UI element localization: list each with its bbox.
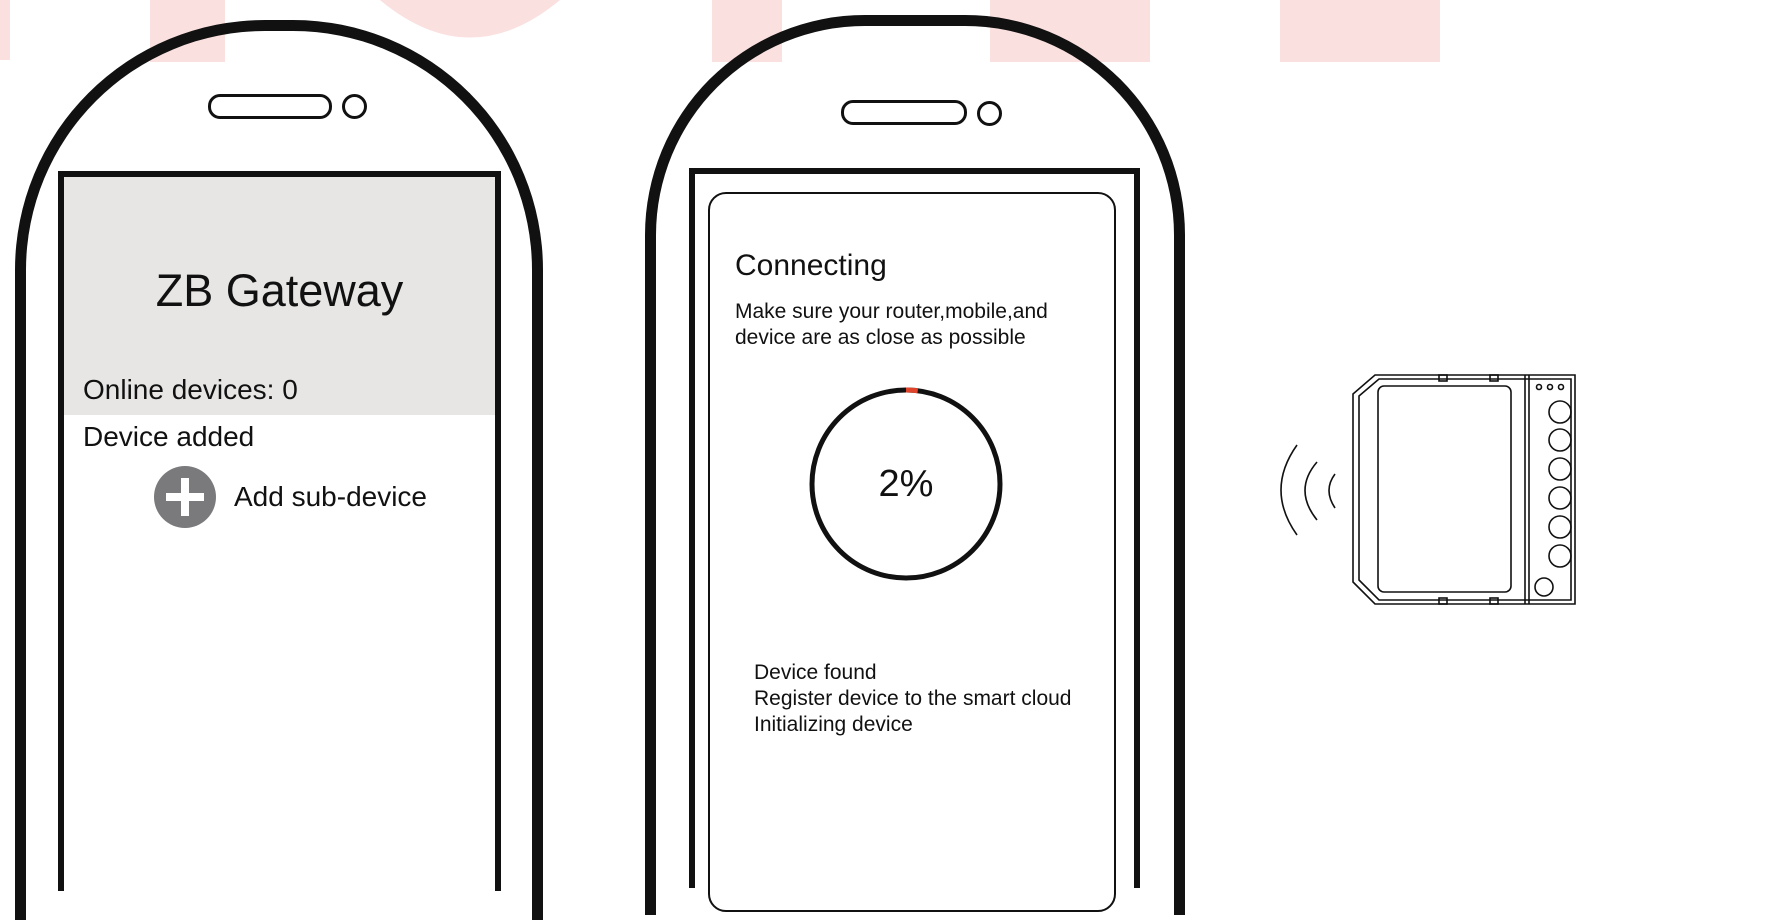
phone-camera (977, 101, 1002, 126)
gateway-device-icon (1280, 374, 1576, 605)
plus-circle-icon[interactable] (154, 466, 216, 528)
phone-camera (342, 94, 367, 119)
phone-speaker (208, 94, 332, 119)
step-initializing: Initializing device (754, 713, 913, 736)
connecting-screen: Connecting Make sure your router,mobile,… (689, 168, 1140, 912)
connecting-message: Make sure your router,mobile,and device … (735, 300, 1048, 349)
device-added-label: Device added (83, 421, 255, 452)
connecting-dialog: Connecting Make sure your router,mobile,… (708, 192, 1116, 912)
gateway-title: ZB Gateway (155, 265, 404, 316)
connection-steps: Device found Register device to the smar… (754, 660, 1071, 738)
step-register-cloud: Register device to the smart cloud (754, 687, 1072, 710)
online-devices-count: Online devices: 0 (83, 374, 298, 405)
connecting-title: Connecting (735, 249, 887, 282)
wireless-signal-icon (1280, 444, 1336, 536)
add-sub-device-button[interactable]: Add sub-device (234, 481, 427, 513)
gateway-screen: ZB Gateway Online devices: 0 Device adde… (58, 171, 501, 891)
step-device-found: Device found (754, 661, 877, 684)
progress-percent: 2% (878, 462, 934, 505)
phone-speaker (841, 100, 967, 125)
